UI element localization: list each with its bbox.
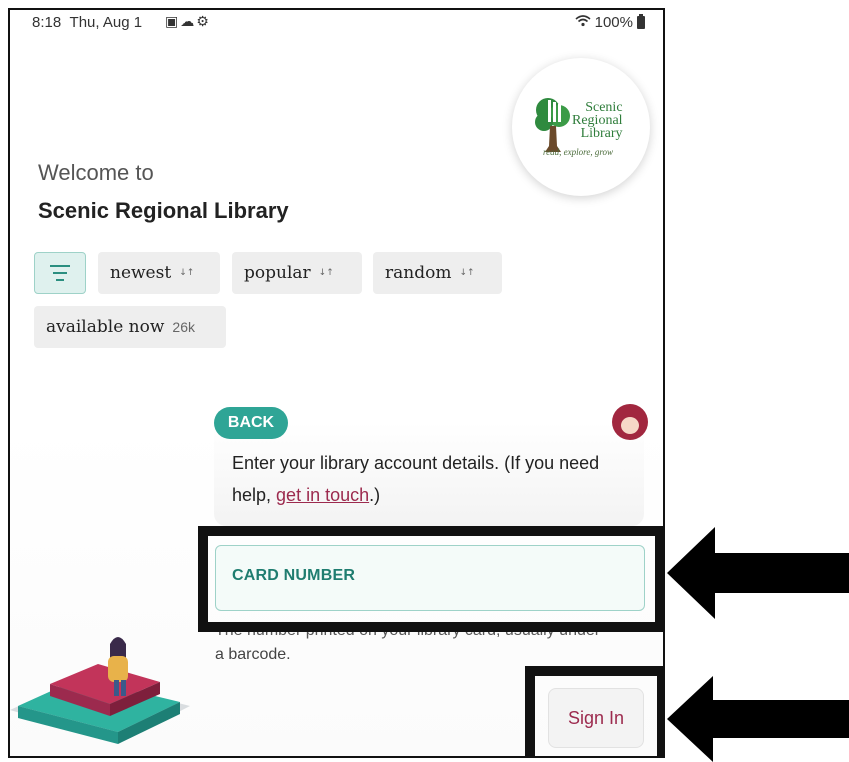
chip-label: random xyxy=(385,263,452,283)
reading-illustration xyxy=(10,637,190,744)
device-screen: 8:18 Thu, Aug 1 ▣☁⚙ 100% Scenic Regional xyxy=(8,8,665,758)
welcome-text: Welcome to xyxy=(38,160,154,185)
chip-newest[interactable]: newest ↓↑ xyxy=(98,252,220,294)
logo-line-3: Library xyxy=(580,126,623,141)
status-time: 8:18 xyxy=(32,14,62,31)
back-button[interactable]: BACK xyxy=(214,407,288,439)
library-logo: Scenic Regional Library read, explore, g… xyxy=(512,58,650,196)
menu-icon-line xyxy=(53,272,67,274)
battery-percent: 100% xyxy=(594,14,633,31)
chip-popular[interactable]: popular ↓↑ xyxy=(232,252,362,294)
status-date: Thu, Aug 1 xyxy=(69,14,143,31)
sort-icon: ↓↑ xyxy=(459,268,475,278)
menu-icon-line xyxy=(56,279,64,281)
logo-tagline: read, explore, grow xyxy=(543,147,613,157)
login-message: Enter your library account details. (If … xyxy=(232,453,600,505)
cloud-icon: ☁ xyxy=(180,13,197,29)
battery-icon xyxy=(637,14,645,29)
sign-in-highlight-frame xyxy=(525,666,663,756)
get-in-touch-link[interactable]: get in touch xyxy=(276,485,369,505)
chip-available-now[interactable]: available now 26k xyxy=(34,306,226,348)
settings-icon: ⚙ xyxy=(196,13,211,29)
sort-icon: ↓↑ xyxy=(179,268,195,278)
chip-label: popular xyxy=(244,263,311,283)
sort-icon: ↓↑ xyxy=(318,268,334,278)
chip-random[interactable]: random ↓↑ xyxy=(373,252,502,294)
arrow-icon-sign-in xyxy=(667,676,849,762)
card-number-highlight-frame xyxy=(198,526,663,632)
menu-icon-line xyxy=(50,265,70,267)
filter-menu-button[interactable] xyxy=(34,252,86,294)
image-icon: ▣ xyxy=(165,13,181,29)
chip-label: newest xyxy=(110,263,172,283)
assistant-avatar xyxy=(612,404,648,440)
status-bar: 8:18 Thu, Aug 1 ▣☁⚙ 100% xyxy=(10,10,663,38)
arrow-icon-card-number xyxy=(667,527,849,619)
avatar-face xyxy=(621,417,639,434)
available-count: 26k xyxy=(172,319,195,335)
help-line-2: a barcode. xyxy=(215,646,291,663)
wifi-icon xyxy=(575,14,591,31)
library-name: Scenic Regional Library xyxy=(38,198,289,223)
tree-icon xyxy=(535,98,570,152)
chip-label: available now xyxy=(46,317,165,337)
